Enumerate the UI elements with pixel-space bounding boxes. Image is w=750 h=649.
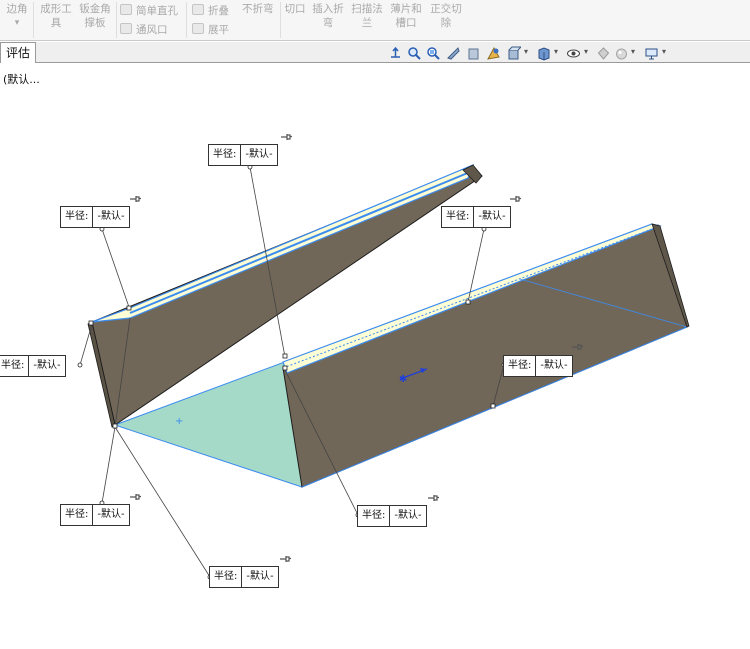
pin-icon[interactable] xyxy=(572,343,583,351)
radius-label: 半径: xyxy=(61,207,94,227)
pin-icon[interactable] xyxy=(130,493,141,501)
radius-callout[interactable]: 半径: -默认- xyxy=(441,206,511,228)
radius-label: 半径: xyxy=(209,145,242,165)
radius-value[interactable]: -默认- xyxy=(93,505,128,525)
pin-icon[interactable] xyxy=(428,494,439,502)
pin-icon[interactable] xyxy=(510,195,521,203)
radius-label: 半径: xyxy=(61,505,94,525)
radius-label: 半径: xyxy=(504,356,537,376)
radius-label: 半径: xyxy=(210,567,243,587)
radius-value[interactable]: -默认- xyxy=(536,356,571,376)
origin-marker-icon: ✱ xyxy=(399,374,407,385)
pin-icon[interactable] xyxy=(130,195,141,203)
pin-icon[interactable] xyxy=(281,133,292,141)
radius-callout[interactable]: 半径: -默认- xyxy=(208,144,278,166)
origin-plus-icon: + xyxy=(175,416,183,427)
pin-icon[interactable] xyxy=(280,555,291,563)
radius-value[interactable]: -默认- xyxy=(241,145,276,165)
radius-value[interactable]: -默认- xyxy=(474,207,509,227)
radius-callout[interactable]: 半径: -默认- xyxy=(209,566,279,588)
radius-label: 半径: xyxy=(358,506,391,526)
radius-callout[interactable]: 半径: -默认- xyxy=(60,206,130,228)
radius-label: 半径: xyxy=(442,207,475,227)
radius-value[interactable]: -默认- xyxy=(242,567,277,587)
radius-callout[interactable]: 半径: -默认- xyxy=(0,355,66,377)
radius-callout[interactable]: 半径: -默认- xyxy=(503,355,573,377)
radius-callout[interactable]: 半径: -默认- xyxy=(357,505,427,527)
radius-label: 半径: xyxy=(0,356,30,376)
radius-value[interactable]: -默认- xyxy=(390,506,425,526)
graphics-area[interactable]: ✱ + xyxy=(0,0,750,649)
radius-value[interactable]: -默认- xyxy=(93,207,128,227)
radius-value[interactable]: -默认- xyxy=(29,356,64,376)
radius-callout[interactable]: 半径: -默认- xyxy=(60,504,130,526)
